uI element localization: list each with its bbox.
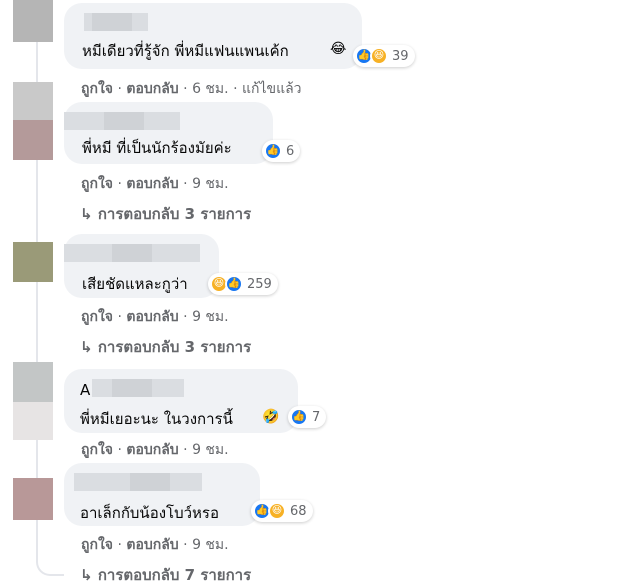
reaction-count: 6 (286, 143, 295, 159)
view-replies-link[interactable]: ↳ การตอบกลับ 3 รายการ (80, 335, 251, 359)
comment-bubble: A พี่หมีเยอะนะ ในวงการนี้ 🤣 (64, 369, 298, 433)
reply-link[interactable]: ตอบกลับ (126, 537, 178, 553)
like-link[interactable]: ถูกใจ (81, 176, 113, 192)
haha-icon: 😆 (268, 502, 286, 520)
view-replies-link[interactable]: ↳ การตอบกลับ 3 รายการ (80, 202, 251, 226)
reaction-count: 259 (247, 276, 272, 292)
reaction-count: 7 (312, 409, 321, 425)
commenter-name-blurred[interactable] (74, 473, 202, 491)
like-link[interactable]: ถูกใจ (81, 442, 113, 458)
comment-text: หมีเดียวที่รู้จัก พี่หมีแฟนแพนเค้ก (82, 42, 289, 60)
timestamp[interactable]: 9 ชม. (192, 537, 229, 553)
comment-actions: ถูกใจ · ตอบกลับ · 9 ชม. (81, 537, 229, 553)
like-link[interactable]: ถูกใจ (81, 309, 113, 325)
reply-arrow-icon: ↳ (80, 566, 93, 584)
reaction-count: 39 (392, 48, 409, 64)
like-link[interactable]: ถูกใจ (81, 81, 113, 97)
comment-bubble: พี่หมี ที่เป็นนักร้องมัยค่ะ (64, 102, 273, 164)
like-link[interactable]: ถูกใจ (81, 537, 113, 553)
comment-text: พี่หมีเยอะนะ ในวงการนี้ (80, 410, 233, 428)
comment-text: เสียชัดแหละกูว่า (82, 275, 188, 293)
timestamp[interactable]: 9 ชม. (192, 176, 229, 192)
timestamp[interactable]: 9 ชม. (192, 442, 229, 458)
like-icon: 👍 (264, 142, 282, 160)
avatar[interactable] (13, 120, 53, 160)
edited-label: แก้ไขแล้ว (241, 81, 302, 97)
reaction-summary[interactable]: 👍 😆 68 (251, 500, 313, 522)
avatar[interactable] (13, 402, 53, 440)
commenter-name-blurred[interactable] (64, 112, 180, 130)
timestamp[interactable]: 9 ชม. (192, 309, 229, 325)
reply-link[interactable]: ตอบกลับ (126, 81, 178, 97)
avatar[interactable] (13, 478, 53, 520)
like-icon: 👍 (290, 408, 308, 426)
thread-curve (36, 540, 64, 576)
reply-arrow-icon: ↳ (80, 205, 93, 223)
reply-link[interactable]: ตอบกลับ (126, 442, 178, 458)
reaction-summary[interactable]: 😆 👍 259 (208, 273, 278, 295)
comment-actions: ถูกใจ · ตอบกลับ · 9 ชม. (81, 442, 229, 458)
reaction-summary[interactable]: 👍 😆 39 (353, 45, 415, 67)
reply-arrow-icon: ↳ (80, 338, 93, 356)
reply-link[interactable]: ตอบกลับ (126, 176, 178, 192)
avatar[interactable] (13, 242, 53, 282)
commenter-initial[interactable]: A (80, 381, 90, 399)
comment-bubble: อาเล็กกับน้องโบว์หรอ (64, 463, 260, 526)
commenter-name-blurred[interactable] (92, 379, 184, 397)
comment-actions: ถูกใจ · ตอบกลับ · 9 ชม. (81, 176, 229, 192)
reaction-count: 68 (290, 503, 307, 519)
avatar[interactable] (13, 0, 53, 42)
commenter-name-blurred[interactable] (84, 13, 148, 31)
comment-bubble: หมีเดียวที่รู้จัก พี่หมีแฟนแพนเค้ก 😂 (64, 3, 362, 69)
reaction-summary[interactable]: 👍 6 (262, 140, 301, 162)
commenter-name-blurred[interactable] (64, 244, 200, 262)
like-icon: 👍 (225, 275, 243, 293)
comment-actions: ถูกใจ · ตอบกลับ · 9 ชม. (81, 309, 229, 325)
comment-text: อาเล็กกับน้องโบว์หรอ (80, 504, 219, 522)
comment-actions: ถูกใจ · ตอบกลับ · 6 ชม. · แก้ไขแล้ว (81, 81, 302, 97)
view-replies-link[interactable]: ↳ การตอบกลับ 7 รายการ (80, 563, 251, 587)
avatar[interactable] (13, 82, 53, 120)
rofl-emoji: 🤣 (262, 409, 280, 425)
comment-text: พี่หมี ที่เป็นนักร้องมัยค่ะ (82, 139, 232, 157)
timestamp[interactable]: 6 ชม. (192, 81, 229, 97)
reply-link[interactable]: ตอบกลับ (126, 309, 178, 325)
avatar[interactable] (13, 362, 53, 402)
comment-bubble: เสียชัดแหละกูว่า (64, 234, 219, 298)
reaction-summary[interactable]: 👍 7 (288, 406, 327, 428)
haha-icon: 😆 (370, 47, 388, 65)
laughing-emoji: 😂 (330, 41, 347, 57)
